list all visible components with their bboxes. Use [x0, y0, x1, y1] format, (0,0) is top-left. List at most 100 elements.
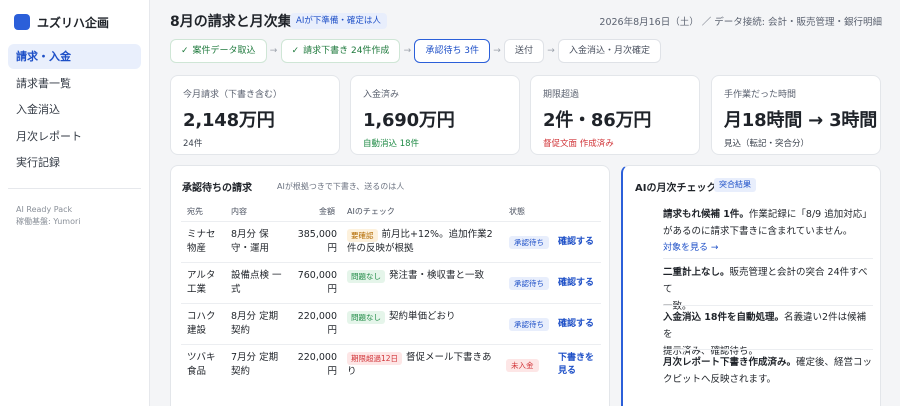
step-send[interactable]: 送付 [504, 39, 545, 63]
action-label: 確認する [558, 237, 595, 247]
kpi-label: 手作業だった時間 [724, 90, 797, 100]
step-matching-close[interactable]: 入金消込・月次確定 [558, 39, 662, 63]
ai-monthly-check-panel: AIの月次チェック 突合結果 請求もれ候補 1件。作業記録に「8/9 追加対応」… [621, 165, 881, 406]
divider [663, 258, 873, 259]
step-draft[interactable]: ✓ 請求下書き 24件作成 [280, 39, 401, 63]
sidebar-divider [8, 188, 141, 189]
check-tag: 期限超過12日 [347, 351, 403, 365]
kpi-sub: 24件 [183, 139, 203, 149]
sidebar-item-billing[interactable]: 請求・入金 [8, 44, 141, 69]
brand: ユズリハ企画 [0, 0, 149, 44]
row-ai-check: 要確認 前月比+12%。追加作業2 件の反映が根拠 [347, 228, 507, 256]
status-badge: 未入金 [506, 359, 539, 372]
kpi-value: 2,148万円 [183, 110, 275, 131]
kpi-value: 2件・86万円 [543, 110, 652, 131]
check-text: 督促メール下書きあ [406, 352, 492, 363]
action-label: 確認する [558, 278, 595, 288]
amount-value: 385,000 [297, 229, 337, 240]
check-tag: 問題なし [347, 269, 385, 283]
kpi-label: 入金済み [363, 90, 400, 100]
client-line: コハク [187, 311, 216, 322]
client-line: 食品 [187, 366, 207, 377]
step-label: 請求下書き 24件作成 [303, 46, 390, 56]
step-approval[interactable]: 承認待ち 3件 [414, 39, 491, 63]
ai-finding-report-draft: 月次レポート下書き作成済み。確定後、経営コッ クピットへ反映されます。 [663, 354, 873, 388]
amount-value: 220,000 [297, 311, 337, 322]
brand-logo-icon [14, 14, 30, 30]
finding-heading: 入金消込 18件を自動処理。 [663, 312, 785, 323]
main-content: 8月の請求と月次集計 AIが下準備・確定は人 2026年8月16日（土） ／ デ… [150, 0, 900, 406]
panel-title: AIの月次チェック [635, 183, 717, 194]
review-button[interactable]: 確認する [558, 277, 594, 290]
sidebar-footer: AI Ready Pack 稼働基盤: Yumori [16, 204, 80, 228]
sidebar-item-monthly-report[interactable]: 月次レポート [8, 124, 141, 149]
table-row: アルタ 工業 設備点検 一式 760,000 円 問題なし 発注書・検収書と一致 承認… [181, 262, 601, 303]
client-line: 工業 [187, 284, 207, 295]
check-tag: 要確認 [347, 228, 378, 242]
amount-unit: 円 [327, 243, 337, 254]
client-line: 建設 [187, 325, 207, 336]
kpi-value: 月18時間 → 3時間 [724, 110, 877, 131]
arrow-right-icon: → [547, 46, 555, 56]
kpi-card-billing: 今月請求（下書き含む） 2,148万円 24件 [170, 75, 340, 155]
kpi-card-overdue: 期限超過 2件・86万円 督促文面 作成済み [530, 75, 700, 155]
row-amount: 760,000 円 [281, 269, 337, 297]
view-draft-button[interactable]: 下書きを 見る [558, 352, 594, 378]
amount-unit: 円 [327, 366, 337, 377]
kpi-label: 期限超過 [543, 90, 580, 100]
finding-text: クピットへ反映されます。 [663, 374, 777, 385]
column-header-amount: 金額 [319, 207, 335, 216]
amount-unit: 円 [327, 284, 337, 295]
row-amount: 220,000 円 [281, 351, 337, 379]
kpi-card-time-saved: 手作業だった時間 月18時間 → 3時間 見込（転記・突合分） [711, 75, 881, 155]
row-ai-check: 問題なし 発注書・検収書と一致 [347, 269, 507, 283]
status-badge: 承認待ち [509, 318, 549, 331]
sidebar-footer-platform: 稼働基盤: Yumori [16, 217, 81, 226]
ai-finding-no-duplicates: 二重計上なし。販売管理と会計の突合 24件すべて 一致。 [663, 264, 873, 315]
check-text: り [347, 366, 357, 377]
sidebar-footer-pack: AI Ready Pack [16, 205, 73, 214]
sidebar-item-execution-log[interactable]: 実行記録 [8, 150, 141, 175]
status-badge: 承認待ち [509, 236, 549, 249]
sidebar-item-payment-matching[interactable]: 入金消込 [8, 97, 141, 122]
page-title: 8月の請求と月次集計 [170, 14, 306, 30]
table-row: コハク 建設 8月分 定期 契約 220,000 円 問題なし 契約単価どおり 承認待ち… [181, 303, 601, 344]
divider [663, 305, 873, 306]
amount-value: 760,000 [297, 270, 337, 281]
brand-name: ユズリハ企画 [37, 15, 110, 30]
arrow-right-icon: → [269, 46, 278, 56]
approval-panel: 承認待ちの請求 AIが根拠つきで下書き、送るのは人 宛先 内容 金額 AIのチェ… [170, 165, 610, 406]
row-ai-check: 問題なし 契約単価どおり [347, 310, 507, 324]
column-header-status: 状態 [509, 207, 525, 216]
step-import[interactable]: ✓ 案件データ取込 [170, 39, 267, 63]
sidebar-nav: 請求・入金 請求書一覧 入金消込 月次レポート 実行記録 [0, 44, 149, 175]
action-label: 下書きを [558, 353, 595, 363]
action-label: 見る [558, 366, 577, 376]
row-amount: 220,000 円 [281, 310, 337, 338]
sidebar-item-invoice-list[interactable]: 請求書一覧 [8, 71, 141, 96]
kpi-sub: 自動消込 18件 [363, 139, 420, 149]
review-button[interactable]: 確認する [558, 318, 594, 331]
kpi-label: 今月請求（下書き含む） [183, 90, 283, 100]
view-target-link[interactable]: 対象を見る → [663, 240, 873, 257]
row-amount: 385,000 円 [281, 228, 337, 256]
kpi-value: 1,690万円 [363, 110, 455, 131]
check-text: 件の反映が根拠 [347, 243, 414, 254]
ai-finding-auto-matching: 入金消込 18件を自動処理。名義違い2件は候補を 提示済み、確認待ち。 [663, 309, 873, 360]
finding-text: 作業記録に「8/9 追加対応」 [748, 209, 872, 220]
check-icon: ✓ [291, 46, 300, 56]
ai-finding-missing-billing: 請求もれ候補 1件。作業記録に「8/9 追加対応」 があるのに請求下書きに含まれ… [663, 206, 873, 257]
panel-title: 承認待ちの請求 [182, 183, 252, 194]
finding-heading: 二重計上なし。 [663, 267, 730, 278]
arrow-right-icon: → [493, 46, 501, 56]
row-client: ツバキ 食品 [187, 351, 227, 379]
kpi-sub: 督促文面 作成済み [543, 139, 614, 149]
column-header-ai-check: AIのチェック [347, 207, 395, 216]
review-button[interactable]: 確認する [558, 236, 594, 249]
finding-heading: 月次レポート下書き作成済み。 [663, 357, 797, 368]
row-ai-check: 期限超過12日 督促メール下書きあり [347, 351, 507, 379]
workflow-pipeline: ✓ 案件データ取込 → ✓ 請求下書き 24件作成 → 承認待ち 3件 → 送付 →… [170, 39, 662, 63]
kpi-card-received: 入金済み 1,690万円 自動消込 18件 [350, 75, 520, 155]
row-client: ミナセ 物産 [187, 228, 227, 256]
row-client: コハク 建設 [187, 310, 227, 338]
